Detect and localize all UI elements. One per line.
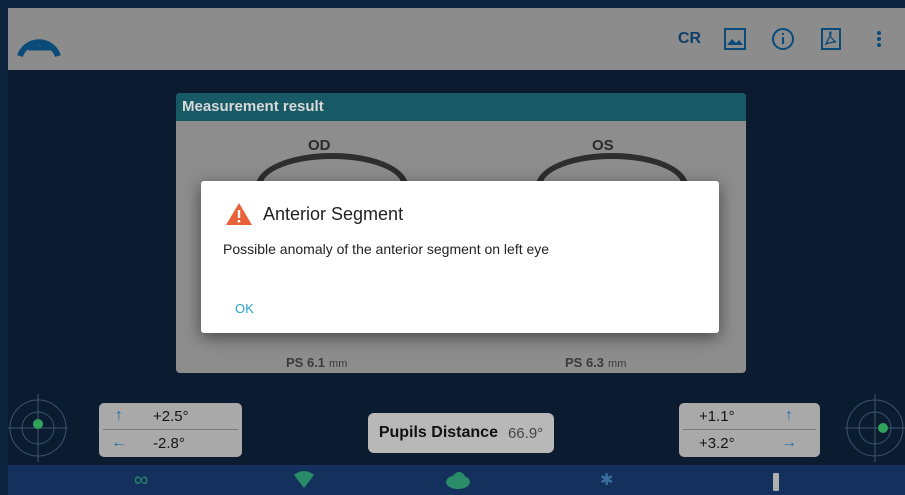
warning-icon <box>226 203 252 225</box>
anterior-segment-dialog: Anterior Segment Possible anomaly of the… <box>201 181 719 333</box>
dialog-message: Possible anomaly of the anterior segment… <box>223 241 550 257</box>
dialog-title: Anterior Segment <box>263 203 404 224</box>
dialog-header: Anterior Segment <box>225 202 403 226</box>
ok-button[interactable]: OK <box>235 301 254 316</box>
